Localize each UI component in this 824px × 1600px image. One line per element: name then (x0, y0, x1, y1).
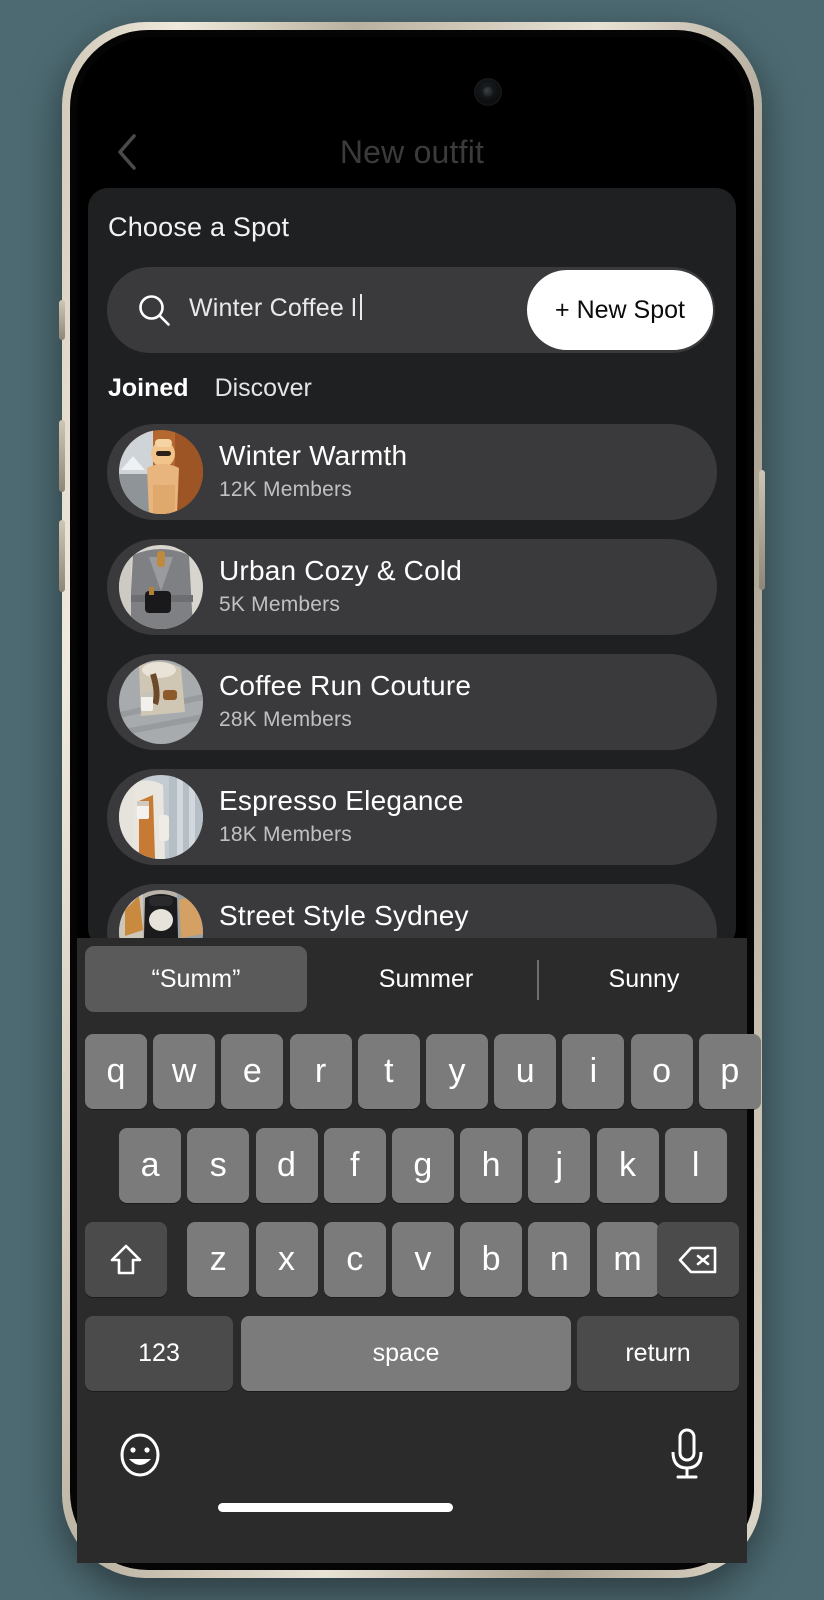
shift-key[interactable] (85, 1222, 167, 1297)
microphone-icon (665, 1428, 709, 1486)
suggestion-summer[interactable]: Summer (315, 946, 537, 1012)
spot-name: Street Style Sydney (219, 900, 469, 931)
suggestion-divider (537, 960, 539, 1000)
key-o[interactable]: o (630, 1034, 693, 1109)
list-item[interactable]: Coffee Run Couture 28K Members (107, 654, 717, 750)
key-q[interactable]: q (85, 1034, 147, 1109)
espresso-photo (119, 775, 203, 859)
search-field[interactable]: Winter Coffee l + New Spot (107, 267, 715, 353)
spot-name: Winter Warmth (219, 440, 408, 471)
navigation-bar: New outfit (77, 118, 747, 186)
search-input-text: Winter Coffee l (189, 294, 357, 322)
text-caret (359, 294, 362, 320)
key-v[interactable]: v (391, 1222, 454, 1297)
on-screen-keyboard: “Summ” Summer Sunny qwertyuiop asdfghjkl… (77, 938, 761, 1563)
key-l[interactable]: l (664, 1128, 727, 1203)
space-key[interactable]: space (241, 1316, 571, 1391)
page-title: New outfit (339, 133, 485, 170)
key-d[interactable]: d (255, 1128, 318, 1203)
key-e[interactable]: e (221, 1034, 284, 1109)
key-p[interactable]: p (698, 1034, 761, 1109)
search-icon (137, 293, 171, 332)
key-n[interactable]: n (528, 1222, 591, 1297)
backspace-key[interactable] (657, 1222, 739, 1297)
key-j[interactable]: j (528, 1128, 591, 1203)
screenshot-root: New outfit Choose a Spot Winter Coffee l… (0, 0, 824, 1600)
spot-name: Coffee Run Couture (219, 670, 472, 701)
key-i[interactable]: i (562, 1034, 625, 1109)
return-key[interactable]: return (577, 1316, 739, 1391)
tab-discover[interactable]: Discover (215, 374, 312, 403)
winter-warmth-photo (119, 430, 203, 514)
key-t[interactable]: t (357, 1034, 420, 1109)
dictation-button[interactable] (665, 1426, 709, 1487)
list-item[interactable]: Winter Warmth 12K Members (107, 424, 717, 520)
power-button[interactable] (759, 470, 765, 590)
key-z[interactable]: z (187, 1222, 250, 1297)
emoji-smiley-icon (115, 1433, 165, 1484)
spot-tabs: Joined Discover (108, 374, 312, 403)
key-w[interactable]: w (153, 1034, 216, 1109)
volume-down-button[interactable] (59, 520, 65, 592)
numeric-key[interactable]: 123 (85, 1316, 233, 1391)
key-h[interactable]: h (460, 1128, 523, 1203)
new-spot-button[interactable]: + New Spot (527, 270, 713, 350)
spot-name: Espresso Elegance (219, 785, 464, 816)
keyboard-row-2: asdfghjkl (77, 1128, 747, 1203)
key-k[interactable]: k (596, 1128, 659, 1203)
keyboard-row-3: zxcvbnm (77, 1222, 747, 1297)
spot-members: 28K Members (219, 708, 352, 731)
search-input-value[interactable]: Winter Coffee l (189, 294, 362, 323)
key-x[interactable]: x (255, 1222, 318, 1297)
key-r[interactable]: r (289, 1034, 352, 1109)
tab-joined[interactable]: Joined (108, 374, 189, 403)
key-g[interactable]: g (391, 1128, 454, 1203)
spot-list: Winter Warmth 12K Members Urban Cozy & C… (107, 424, 717, 948)
key-f[interactable]: f (323, 1128, 386, 1203)
list-item[interactable]: Urban Cozy & Cold 5K Members (107, 539, 717, 635)
suggestion-literal[interactable]: “Summ” (85, 946, 307, 1012)
home-indicator[interactable] (218, 1503, 453, 1512)
key-s[interactable]: s (187, 1128, 250, 1203)
spot-members: 12K Members (219, 478, 352, 501)
key-c[interactable]: c (323, 1222, 386, 1297)
key-m[interactable]: m (596, 1222, 659, 1297)
key-a[interactable]: a (119, 1128, 182, 1203)
choose-spot-sheet: Choose a Spot Winter Coffee l + New Spot… (88, 188, 736, 948)
spot-name: Urban Cozy & Cold (219, 555, 463, 586)
keyboard-bottom-bar (77, 1408, 747, 1518)
list-item[interactable]: Espresso Elegance 18K Members (107, 769, 717, 865)
keyboard-row-1: qwertyuiop (77, 1034, 761, 1109)
urban-cozy-photo (119, 545, 203, 629)
volume-up-button[interactable] (59, 420, 65, 492)
silent-switch[interactable] (59, 300, 65, 340)
key-u[interactable]: u (494, 1034, 557, 1109)
key-y[interactable]: y (426, 1034, 488, 1109)
key-b[interactable]: b (460, 1222, 523, 1297)
keyboard-row-4: 123 space return (77, 1316, 747, 1391)
autocorrect-suggestion-bar: “Summ” Summer Sunny (77, 938, 747, 1020)
emoji-button[interactable] (115, 1430, 165, 1485)
front-camera-icon (474, 78, 502, 106)
suggestion-sunny[interactable]: Sunny (545, 946, 743, 1012)
spot-members: 18K Members (219, 823, 352, 846)
sheet-title: Choose a Spot (108, 212, 290, 242)
spot-members: 5K Members (219, 593, 341, 616)
coffee-run-photo (119, 660, 203, 744)
